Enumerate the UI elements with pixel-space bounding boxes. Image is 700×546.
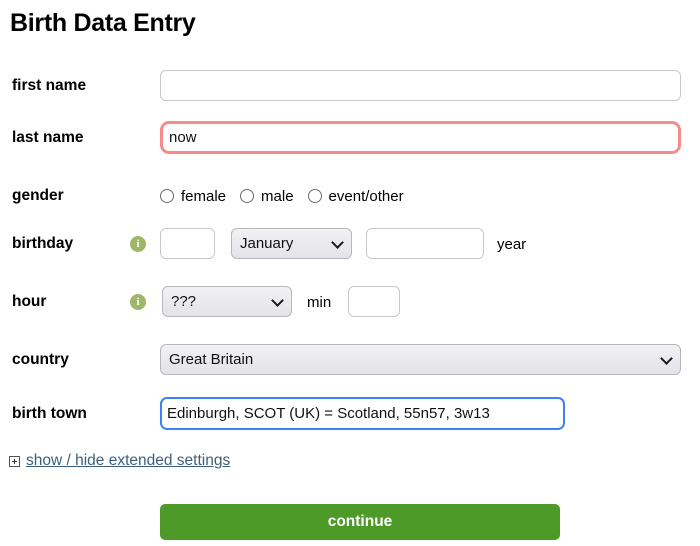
page-title: Birth Data Entry [10,9,196,37]
country-select-value: Great Britain [169,351,254,368]
country-label: country [12,351,69,368]
last-name-input[interactable] [160,121,681,154]
birthday-year-label: year [497,236,527,253]
birthday-month-value: January [240,235,294,252]
birthday-info-icon[interactable]: i [130,236,146,252]
birthday-day-input[interactable] [160,228,215,259]
extended-settings-toggle[interactable]: show / hide extended settings [9,452,230,470]
gender-label: gender [12,187,64,204]
form-row-birthday: birthday i January year [0,226,700,262]
chevron-down-icon [660,351,673,365]
hour-info-icon[interactable]: i [130,294,146,310]
first-name-label: first name [12,77,87,94]
country-select[interactable]: Great Britain [160,344,681,375]
gender-option-event-other-label: event/other [328,187,404,205]
minute-input[interactable] [348,286,400,317]
gender-option-female-label: female [181,187,227,205]
form-row-country: country Great Britain [0,342,700,378]
radio-circle-icon[interactable] [160,189,174,203]
radio-circle-icon[interactable] [240,189,255,203]
first-name-input[interactable] [160,70,681,101]
birthday-month-select[interactable]: January [231,228,352,259]
gender-option-female[interactable]: female [160,188,226,205]
gender-option-event-other[interactable]: event/other [307,187,404,205]
birthday-year-input[interactable] [366,228,484,259]
gender-radio-group: female male event/other [160,178,418,214]
extended-settings-link[interactable]: show / hide extended settings [26,452,230,470]
last-name-label: last name [12,129,84,146]
hour-label: hour [12,293,47,310]
chevron-down-icon [271,293,284,307]
continue-button[interactable]: continue [160,504,560,540]
birth-town-input[interactable] [160,397,565,430]
form-row-hour: hour i ??? min [0,284,700,320]
hour-select-value: ??? [171,293,197,310]
radio-circle-icon[interactable] [307,189,322,203]
birthday-label: birthday [12,235,74,252]
birth-town-label: birth town [12,405,87,422]
minute-label: min [307,294,332,311]
form-row-last-name: last name [0,120,700,156]
plus-box-icon[interactable] [9,455,20,467]
chevron-down-icon [331,235,344,249]
gender-option-male-label: male [261,187,294,205]
gender-option-male[interactable]: male [240,188,294,205]
birth-data-entry-page: Birth Data Entry first name last name ge… [0,0,700,546]
hour-select[interactable]: ??? [162,286,292,317]
form-row-first-name: first name [0,68,700,104]
form-row-birth-town: birth town [0,396,700,432]
form-row-gender: gender female male event/other [0,178,700,214]
